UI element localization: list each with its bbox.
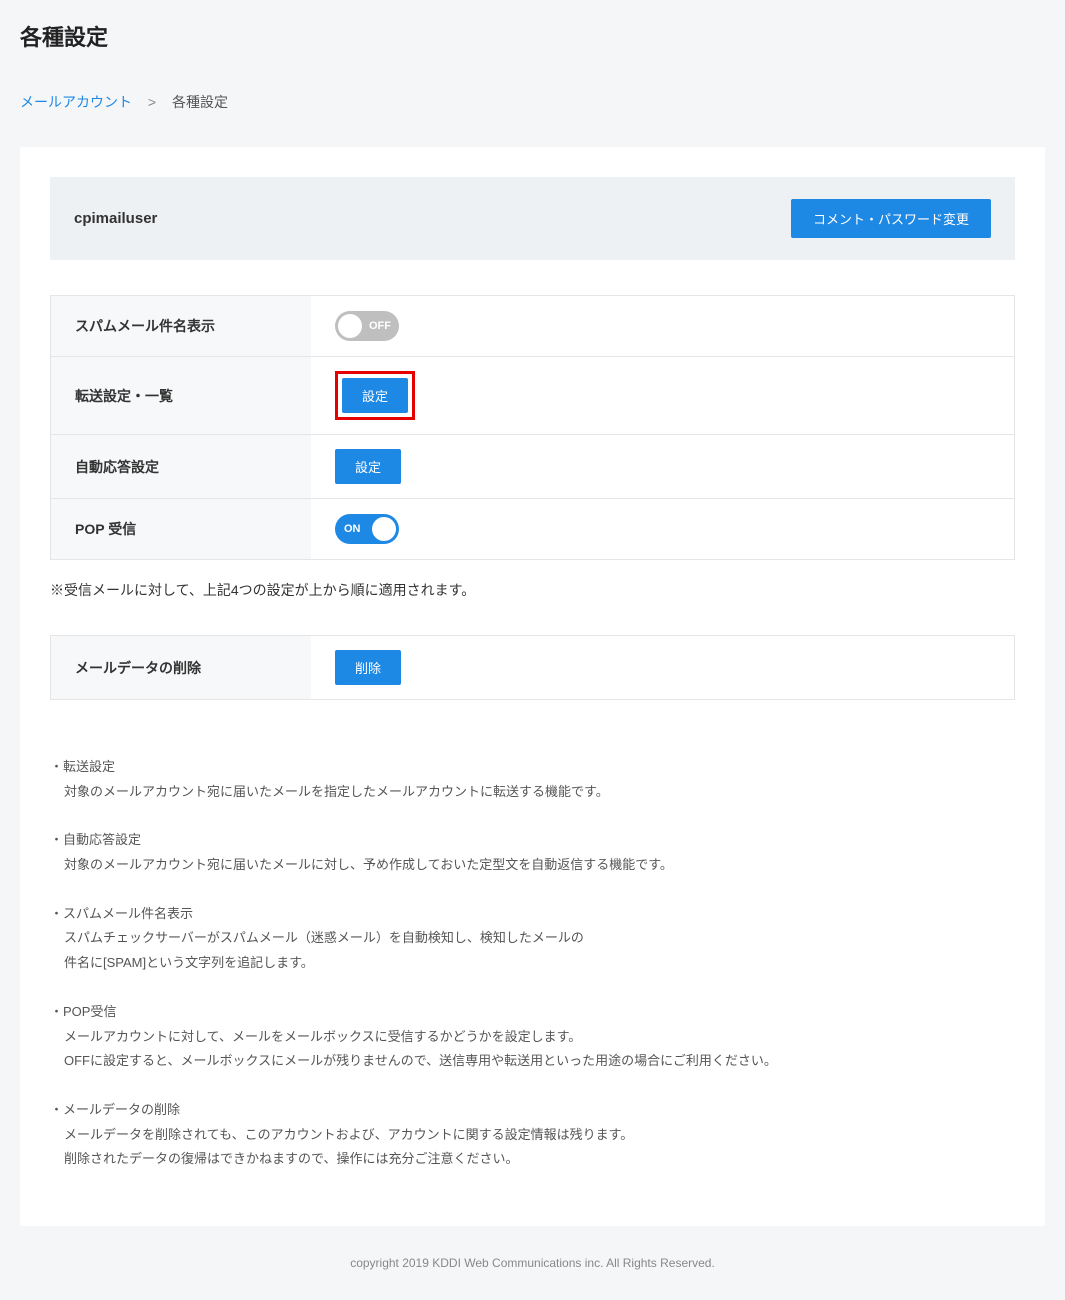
desc-spam-body2: 件名に[SPAM]という文字列を追記します。 [50, 951, 1015, 976]
settings-note: ※受信メールに対して、上記4つの設定が上から順に適用されます。 [50, 580, 1015, 600]
pop-control: ON [311, 499, 1014, 559]
delete-label: メールデータの削除 [51, 636, 311, 699]
toggle-knob [338, 314, 362, 338]
desc-autoreply-title: ・自動応答設定 [50, 828, 1015, 853]
forward-row: 転送設定・一覧 設定 [51, 357, 1014, 435]
desc-delete-body1: メールデータを削除されても、このアカウントおよび、アカウントに関する設定情報は残… [50, 1123, 1015, 1148]
breadcrumb-separator: > [148, 94, 156, 110]
toggle-knob [372, 517, 396, 541]
account-header: cpimailuser コメント・パスワード変更 [50, 177, 1015, 260]
forward-control: 設定 [311, 357, 1014, 434]
settings-panel: cpimailuser コメント・パスワード変更 スパムメール件名表示 OFF … [20, 147, 1045, 1226]
breadcrumb-current: 各種設定 [172, 94, 228, 110]
forward-label: 転送設定・一覧 [51, 357, 311, 434]
spam-subject-toggle[interactable]: OFF [335, 311, 399, 341]
pop-label: POP 受信 [51, 499, 311, 559]
delete-table: メールデータの削除 削除 [50, 635, 1015, 700]
desc-forward-title: ・転送設定 [50, 755, 1015, 780]
desc-forward: ・転送設定 対象のメールアカウント宛に届いたメールを指定したメールアカウントに転… [50, 755, 1015, 804]
autoreply-control: 設定 [311, 435, 1014, 498]
pop-row: POP 受信 ON [51, 499, 1014, 559]
autoreply-label: 自動応答設定 [51, 435, 311, 498]
forward-settings-button[interactable]: 設定 [342, 378, 408, 413]
spam-subject-label: スパムメール件名表示 [51, 296, 311, 356]
spam-subject-row: スパムメール件名表示 OFF [51, 296, 1014, 357]
settings-table: スパムメール件名表示 OFF 転送設定・一覧 設定 自動応答設定 [50, 295, 1015, 560]
desc-autoreply-body: 対象のメールアカウント宛に届いたメールに対し、予め作成しておいた定型文を自動返信… [50, 853, 1015, 878]
desc-pop-body1: メールアカウントに対して、メールをメールボックスに受信するかどうかを設定します。 [50, 1025, 1015, 1050]
descriptions-section: ・転送設定 対象のメールアカウント宛に届いたメールを指定したメールアカウントに転… [50, 755, 1015, 1172]
footer-copyright: copyright 2019 KDDI Web Communications i… [20, 1226, 1045, 1280]
toggle-off-label: OFF [369, 320, 391, 332]
desc-pop: ・POP受信 メールアカウントに対して、メールをメールボックスに受信するかどうか… [50, 1000, 1015, 1074]
autoreply-row: 自動応答設定 設定 [51, 435, 1014, 499]
breadcrumb-parent-link[interactable]: メールアカウント [20, 94, 132, 110]
desc-delete: ・メールデータの削除 メールデータを削除されても、このアカウントおよび、アカウン… [50, 1098, 1015, 1172]
desc-forward-body: 対象のメールアカウント宛に届いたメールを指定したメールアカウントに転送する機能で… [50, 780, 1015, 805]
delete-control: 削除 [311, 636, 1014, 699]
desc-delete-title: ・メールデータの削除 [50, 1098, 1015, 1123]
pop-toggle[interactable]: ON [335, 514, 399, 544]
desc-spam-body1: スパムチェックサーバーがスパムメール（迷惑メール）を自動検知し、検知したメールの [50, 926, 1015, 951]
spam-subject-control: OFF [311, 296, 1014, 356]
desc-delete-body2: 削除されたデータの復帰はできかねますので、操作には充分ご注意ください。 [50, 1147, 1015, 1172]
change-comment-password-button[interactable]: コメント・パスワード変更 [791, 199, 991, 238]
forward-highlight: 設定 [335, 371, 415, 420]
toggle-on-label: ON [344, 523, 361, 535]
desc-spam: ・スパムメール件名表示 スパムチェックサーバーがスパムメール（迷惑メール）を自動… [50, 902, 1015, 976]
breadcrumb: メールアカウント > 各種設定 [20, 92, 1045, 112]
delete-row: メールデータの削除 削除 [51, 636, 1014, 699]
desc-autoreply: ・自動応答設定 対象のメールアカウント宛に届いたメールに対し、予め作成しておいた… [50, 828, 1015, 877]
delete-button[interactable]: 削除 [335, 650, 401, 685]
page-title: 各種設定 [20, 20, 1045, 52]
desc-pop-title: ・POP受信 [50, 1000, 1015, 1025]
account-name: cpimailuser [74, 210, 157, 227]
desc-spam-title: ・スパムメール件名表示 [50, 902, 1015, 927]
autoreply-settings-button[interactable]: 設定 [335, 449, 401, 484]
desc-pop-body2: OFFに設定すると、メールボックスにメールが残りませんので、送信専用や転送用とい… [50, 1049, 1015, 1074]
